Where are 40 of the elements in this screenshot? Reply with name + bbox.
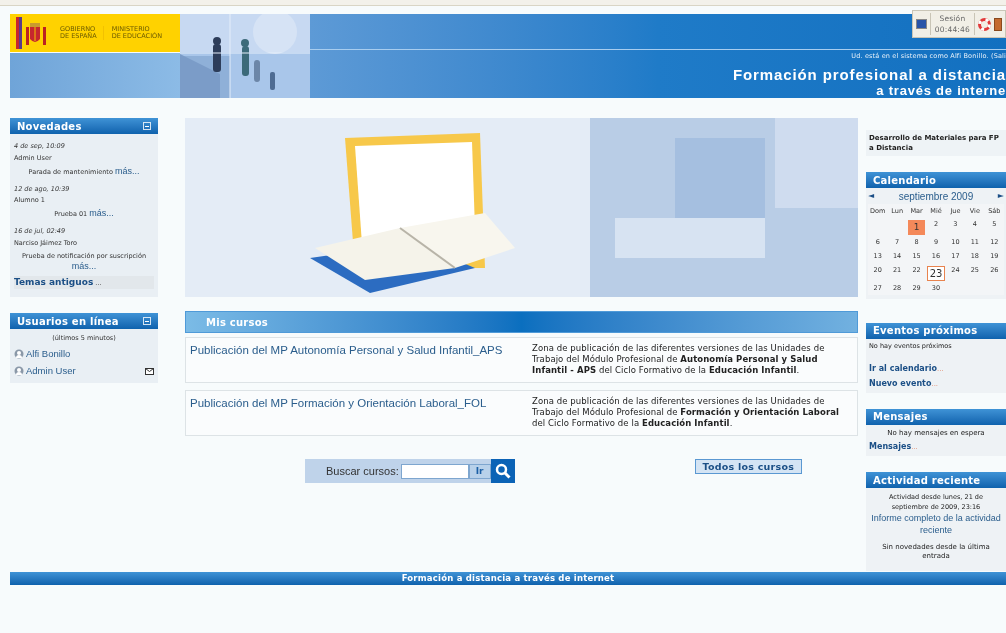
- calendar-day[interactable]: 1: [907, 219, 926, 235]
- older-topics-link[interactable]: Temas antiguos: [14, 276, 94, 287]
- collapse-icon[interactable]: [143, 317, 151, 325]
- calendar-link[interactable]: Ir al calendario: [869, 363, 937, 373]
- course-link[interactable]: Publicación del MP Autonomía Personal y Salud Infantil_APS: [190, 343, 532, 377]
- search-field[interactable]: [400, 463, 469, 479]
- calendar-day[interactable]: 23: [927, 265, 945, 281]
- user-link[interactable]: Alfi Bonillo: [26, 346, 71, 361]
- more-link[interactable]: más...: [114, 165, 140, 176]
- more-link[interactable]: más...: [71, 260, 97, 271]
- door-icon[interactable]: [994, 17, 1002, 31]
- go-button[interactable]: Ir: [468, 463, 491, 479]
- course-link[interactable]: Publicación del MP Formación y Orientación Laboral_FOL: [190, 396, 532, 430]
- block-title: Mensajes: [873, 410, 928, 424]
- course-summary: Zona de publicación de las diferentes versiones de las Unidades de Trabajo del Módulo Profesional de Autonomía Personal y Salud Infantil - APS del Ciclo Formativo de la Educación Infantil.: [532, 343, 826, 377]
- collapse-icon[interactable]: [143, 122, 151, 130]
- footer-text: Formación a distancia a través de internet: [401, 572, 615, 585]
- search-label: Buscar cursos:: [326, 463, 399, 479]
- site-title: Formación profesional a distancia: [732, 66, 1006, 83]
- calendar-month: septiembre 2009: [898, 189, 974, 204]
- user-link[interactable]: Admin User: [26, 364, 76, 379]
- activity-report-link[interactable]: Informe completo de la actividad reciente: [868, 512, 1004, 536]
- user-icon: [14, 348, 24, 359]
- lifebuoy-icon[interactable]: [978, 17, 991, 31]
- user-icon: [14, 366, 24, 377]
- block-title: Calendario: [873, 173, 937, 188]
- previous-month-link[interactable]: ◄: [868, 190, 875, 202]
- course-summary: Zona de publicación de las diferentes versiones de las Unidades de Trabajo del Módulo Profesional de Formación y Orientación Laboral del Ciclo Formativo de la Educación Infantil.: [532, 396, 841, 430]
- search-icon[interactable]: [490, 459, 515, 483]
- block-title: Actividad reciente: [873, 473, 981, 488]
- section-title: Mis cursos: [206, 315, 269, 330]
- more-link[interactable]: más...: [89, 208, 114, 218]
- monitor-icon[interactable]: [915, 19, 927, 29]
- block-title: Novedades: [17, 119, 82, 134]
- block-title: Usuarios en línea: [17, 314, 119, 329]
- envelope-icon[interactable]: [145, 367, 154, 375]
- all-courses-button[interactable]: Todos los cursos: [694, 459, 803, 474]
- site-subtitle: a través de interne: [876, 83, 1006, 98]
- block-title: Eventos próximos: [873, 324, 978, 339]
- next-month-link[interactable]: ►: [997, 190, 1004, 202]
